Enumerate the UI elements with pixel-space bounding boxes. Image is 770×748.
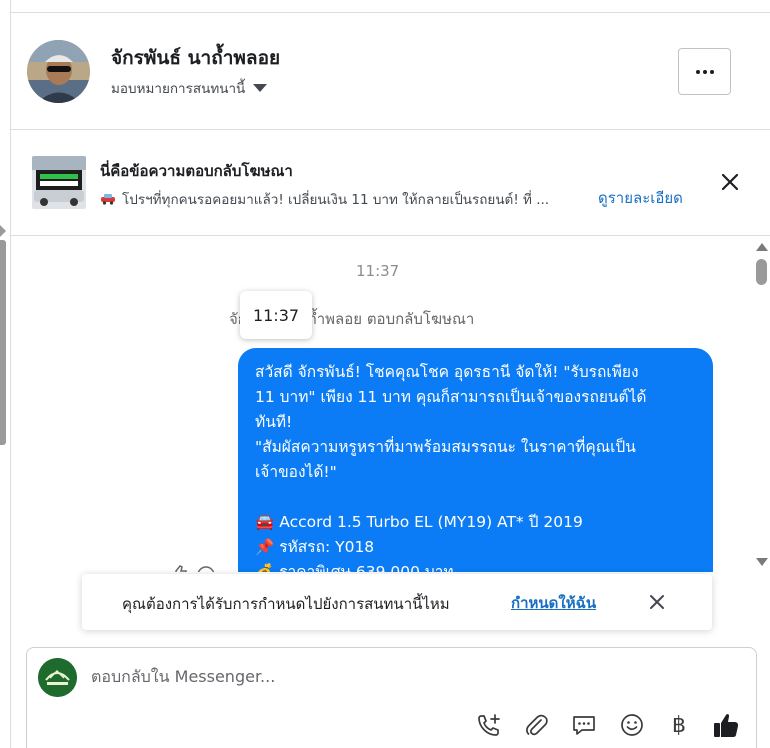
call-button[interactable] [474,710,504,740]
message-line: เจ้าของได้!" [255,463,337,481]
assign-prompt-text: คุณต้องการได้รับการกำหนดไปยังการสนทนานี้… [122,595,450,613]
scroll-up-icon[interactable] [756,243,768,251]
phone-plus-icon [478,714,500,736]
car-icon [101,194,115,205]
dismiss-toast-button[interactable] [646,591,668,613]
more-dot-icon [702,69,707,74]
contact-name[interactable]: จักรพันธ์ นาถ้ำพลอย [111,43,280,73]
view-details-link[interactable]: ดูรายละเอียด [598,186,683,210]
left-scrollbar-thumb[interactable] [0,240,6,445]
message-line: 11 บาท" เพียง 11 บาท คุณก็สามารถเป็นเจ้า… [255,388,647,406]
paperclip-icon [526,714,548,736]
price-text: ราคาพิเศษ 639,000 บาท [279,563,454,572]
left-scroll-rail[interactable] [0,0,11,748]
message-line: 📌 รหัสรถ: Y018 [255,535,696,560]
contact-avatar[interactable] [27,40,90,103]
time-tooltip: 11:37 [240,291,312,339]
assign-to-me-link[interactable]: กำหนดให้ฉัน [511,591,596,615]
close-icon [721,173,739,191]
reaction-icons[interactable] [166,563,216,572]
message-line: 🚘 Accord 1.5 Turbo EL (MY19) AT* ปี 2019 [255,510,696,535]
more-dot-icon [709,69,714,74]
message-line: 💰 ราคาพิเศษ 639,000 บาท [255,560,696,572]
money-emoji-icon: 💰 [255,563,275,572]
more-options-button[interactable] [678,48,731,95]
attach-button[interactable] [521,710,551,740]
ad-thumbnail[interactable] [32,156,86,209]
smiley-icon [621,714,643,736]
thread-scrollbar[interactable] [753,237,770,572]
assign-label: มอบหมายการสนทนานี้ [111,81,246,97]
emoji-button[interactable] [617,710,647,740]
scrollbar-thumb[interactable] [756,259,767,285]
assign-conversation-dropdown[interactable]: มอบหมายการสนทนานี้ [111,77,268,99]
baht-icon: ฿ [672,712,686,738]
message-thread[interactable]: 11:37 จักรพันธ์ นาถ้ำพลอย ตอบกลับโฆษณา 1… [11,237,770,572]
message-line: ทันที! [255,413,293,431]
close-icon [650,595,664,609]
more-dot-icon [695,69,700,74]
scroll-down-icon[interactable] [756,558,768,566]
like-button[interactable] [711,710,741,740]
ad-reply-title: นี่คือข้อความตอบกลับโฆษณา [100,162,293,180]
outgoing-message-bubble[interactable]: สวัสดี จักรพันธ์! โชคคุณโชค อุดรธานี จัด… [238,348,713,572]
ad-preview-label: โปรฯที่ทุกคนรอคอยมาแล้ว! เปลี่ยนเงิน 11 … [122,192,550,208]
message-line: "สัมผัสความหรูหราที่มาพร้อมสมรรถนะ ในราค… [255,438,636,456]
car-model-text: Accord 1.5 Turbo EL (MY19) AT* ปี 2019 [279,513,583,531]
reply-input[interactable] [91,667,691,686]
ad-reply-banner: นี่คือข้อความตอบกลับโฆษณา โปรฯที่ทุกคนรอ… [11,131,770,236]
assign-prompt-toast: คุณต้องการได้รับการกำหนดไปยังการสนทนานี้… [82,574,712,630]
conversation-header: จักรพันธ์ นาถ้ำพลอย มอบหมายการสนทนานี้ [11,13,770,130]
scroll-notch [0,225,6,237]
car-emoji-icon: 🚘 [255,513,275,531]
close-banner-button[interactable] [718,170,742,194]
message-timestamp: 11:37 [356,262,400,280]
thumbs-up-icon [714,714,739,737]
pin-emoji-icon: 📌 [255,538,275,556]
payment-button[interactable]: ฿ [664,710,694,740]
chat-bubble-icon [573,716,595,735]
message-line: สวัสดี จักรพันธ์! โชคคุณโชค อุดรธานี จัด… [255,363,639,381]
car-code-text: รหัสรถ: Y018 [279,538,375,556]
page-avatar [38,658,77,697]
saved-replies-button[interactable] [569,710,599,740]
ad-preview-text: โปรฯที่ทุกคนรอคอยมาแล้ว! เปลี่ยนเงิน 11 … [100,188,590,210]
reply-composer: ฿ [26,647,757,748]
caret-down-icon [253,84,268,92]
